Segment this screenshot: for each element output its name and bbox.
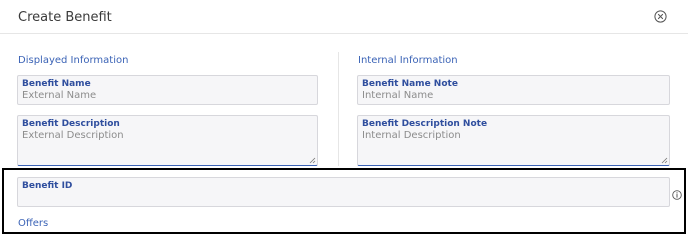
benefit-description-note-label: Benefit Description Note (362, 119, 488, 129)
benefit-description-label: Benefit Description (22, 119, 120, 129)
column-divider (338, 52, 339, 166)
benefit-id-field[interactable]: Benefit ID (17, 177, 670, 207)
displayed-information-heading: Displayed Information (18, 55, 129, 66)
benefit-name-label: Benefit Name (22, 79, 91, 89)
dialog-title: Create Benefit (18, 10, 112, 25)
offers-heading: Offers (18, 218, 49, 229)
close-icon[interactable] (654, 10, 667, 23)
benefit-description-note-field[interactable]: Benefit Description Note (357, 115, 670, 166)
info-icon[interactable] (672, 187, 682, 200)
dialog-header: Create Benefit (0, 0, 688, 34)
resize-grip-icon[interactable] (309, 157, 316, 164)
benefit-name-note-input[interactable] (362, 90, 665, 101)
resize-grip-icon[interactable] (661, 157, 668, 164)
benefit-description-note-input[interactable] (362, 130, 665, 158)
benefit-name-input[interactable] (22, 90, 313, 101)
benefit-description-field[interactable]: Benefit Description (17, 115, 318, 166)
benefit-description-input[interactable] (22, 130, 313, 158)
benefit-id-label: Benefit ID (22, 181, 73, 191)
benefit-name-note-label: Benefit Name Note (362, 79, 458, 89)
benefit-name-field[interactable]: Benefit Name (17, 75, 318, 105)
internal-information-heading: Internal Information (358, 55, 458, 66)
benefit-id-input[interactable] (22, 192, 665, 203)
benefit-name-note-field[interactable]: Benefit Name Note (357, 75, 670, 105)
